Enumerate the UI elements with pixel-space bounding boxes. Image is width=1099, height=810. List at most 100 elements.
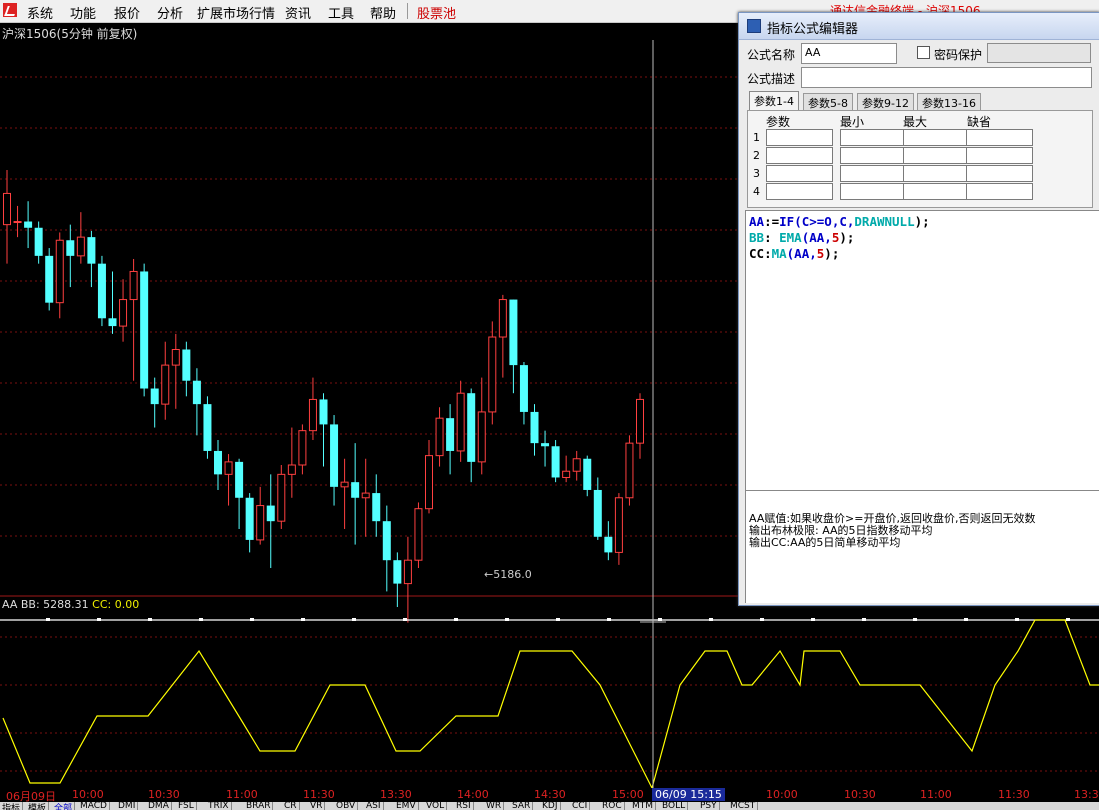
param-cell[interactable] [766, 165, 833, 182]
indicator-tab[interactable]: MTM [632, 802, 657, 810]
indicator-tab[interactable]: OBV [336, 802, 359, 810]
param-row-number: 4 [753, 185, 760, 198]
param-cell[interactable] [766, 183, 833, 200]
indicator-tab[interactable]: ASI [366, 802, 384, 810]
menu-help[interactable]: 帮助 [370, 3, 396, 22]
candle-body [256, 505, 265, 541]
indicator-tab[interactable]: SAR [512, 802, 534, 810]
candle-body [266, 505, 275, 522]
indicator-tab[interactable]: PSY [700, 802, 720, 810]
candle-body [593, 489, 602, 537]
dialog-titlebar[interactable]: 指标公式编辑器 [739, 13, 1099, 40]
menu-system[interactable]: 系统 [27, 3, 53, 22]
candle-body [224, 461, 233, 475]
formula-desc-label: 公式描述 [747, 72, 796, 86]
code-token: (AA, [801, 230, 832, 245]
param-cell[interactable] [840, 147, 907, 164]
candle-body [583, 458, 592, 490]
formula-code-editor[interactable]: AA:=IF(C>=O,C,DRAWNULL); BB: EMA(AA,5); … [745, 210, 1099, 491]
param-cell[interactable] [966, 147, 1033, 164]
candle-body [382, 521, 391, 561]
code-token: DRAWNULL [854, 214, 915, 229]
indicator-tab[interactable]: VR [310, 802, 326, 810]
param-cell[interactable] [840, 165, 907, 182]
indicator-tab[interactable]: TRIX [208, 802, 232, 810]
candle-body [235, 461, 244, 498]
candle-body [414, 508, 423, 561]
password-checkbox[interactable] [917, 46, 930, 59]
indicator-tab[interactable]: WR [486, 802, 505, 810]
tab-params-9-12[interactable]: 参数9-12 [857, 93, 914, 110]
indicator-tab[interactable]: MCST [730, 802, 759, 810]
param-cell[interactable] [903, 147, 970, 164]
param-cell[interactable] [903, 165, 970, 182]
candle-body [108, 318, 117, 327]
indicator-tab[interactable]: FSL [178, 802, 197, 810]
param-cell[interactable] [766, 129, 833, 146]
candle-body [298, 430, 307, 466]
param-cell[interactable] [766, 147, 833, 164]
menu-extended-market[interactable]: 扩展市场行情 [197, 3, 275, 22]
time-label: 10:00 [766, 788, 798, 801]
indicator-tab[interactable]: RSI [456, 802, 474, 810]
indicator-tab[interactable]: 全部 [54, 802, 76, 810]
indicator-tab[interactable]: BRAR [246, 802, 274, 810]
menu-tools[interactable]: 工具 [328, 3, 354, 22]
param-cell[interactable] [903, 129, 970, 146]
candle-body [498, 299, 507, 338]
code-token: CC [749, 246, 765, 261]
menu-stock-pool[interactable]: 股票池 [417, 3, 456, 22]
password-input[interactable] [987, 43, 1091, 63]
candle-body [76, 236, 85, 257]
indicator-tab[interactable]: 模板 [28, 802, 50, 810]
candle-body [393, 560, 402, 584]
indicator-tab[interactable]: MACD [80, 802, 110, 810]
indicator-tab[interactable]: VOL [426, 802, 448, 810]
sub-indicator-chart [0, 618, 1099, 788]
indicator-tab[interactable]: BOLL [662, 802, 689, 810]
param-header-min: 最小 [840, 115, 865, 129]
indicator-tab[interactable]: KDJ [542, 802, 561, 810]
candle-body [182, 349, 191, 381]
time-label: 14:00 [457, 788, 489, 801]
ma-marker [199, 618, 203, 621]
param-cell[interactable] [840, 183, 907, 200]
menu-quote[interactable]: 报价 [114, 3, 140, 22]
candles [3, 170, 644, 623]
param-cell[interactable] [966, 183, 1033, 200]
code-token: (AA, [786, 246, 817, 261]
candle-body [551, 446, 560, 478]
bb-value-label: BB: 5288.31 [20, 598, 89, 611]
formula-desc-input[interactable] [801, 67, 1092, 88]
candle-body [467, 393, 476, 462]
dialog-title: 指标公式编辑器 [767, 22, 859, 37]
time-axis: 06月09日 10:00 10:30 11:00 11:30 13:30 14:… [0, 788, 1099, 803]
param-panel: 参数 最小 最大 缺省 1 2 3 4 [747, 110, 1093, 208]
indicator-tab[interactable]: DMI [118, 802, 139, 810]
param-cell[interactable] [903, 183, 970, 200]
ma-marker [250, 618, 254, 621]
indicator-tab[interactable]: DMA [148, 802, 172, 810]
indicator-tab[interactable]: ROC [602, 802, 625, 810]
indicator-tab[interactable]: EMV [396, 802, 419, 810]
ma-marker [301, 618, 305, 621]
tab-params-1-4[interactable]: 参数1-4 [749, 91, 799, 111]
param-cell[interactable] [840, 129, 907, 146]
indicator-tab[interactable]: CR [284, 802, 300, 810]
indicator-tab[interactable]: 指标 [2, 802, 24, 810]
menu-news[interactable]: 资讯 [285, 3, 311, 22]
candle-body [541, 443, 550, 447]
ma-marker [403, 618, 407, 621]
menu-analysis[interactable]: 分析 [157, 3, 183, 22]
tab-params-5-8[interactable]: 参数5-8 [803, 93, 853, 110]
indicator-tab[interactable]: CCI [572, 802, 591, 810]
formula-name-input[interactable]: AA [801, 43, 897, 64]
ma-marker [760, 618, 764, 621]
menu-function[interactable]: 功能 [70, 3, 96, 22]
sub-indicator-info: AA BB: 5288.31 CC: 0.00 [2, 598, 139, 611]
candle-body [319, 399, 328, 425]
tab-params-13-16[interactable]: 参数13-16 [917, 93, 981, 110]
ma-marker [454, 618, 458, 621]
param-cell[interactable] [966, 165, 1033, 182]
param-cell[interactable] [966, 129, 1033, 146]
